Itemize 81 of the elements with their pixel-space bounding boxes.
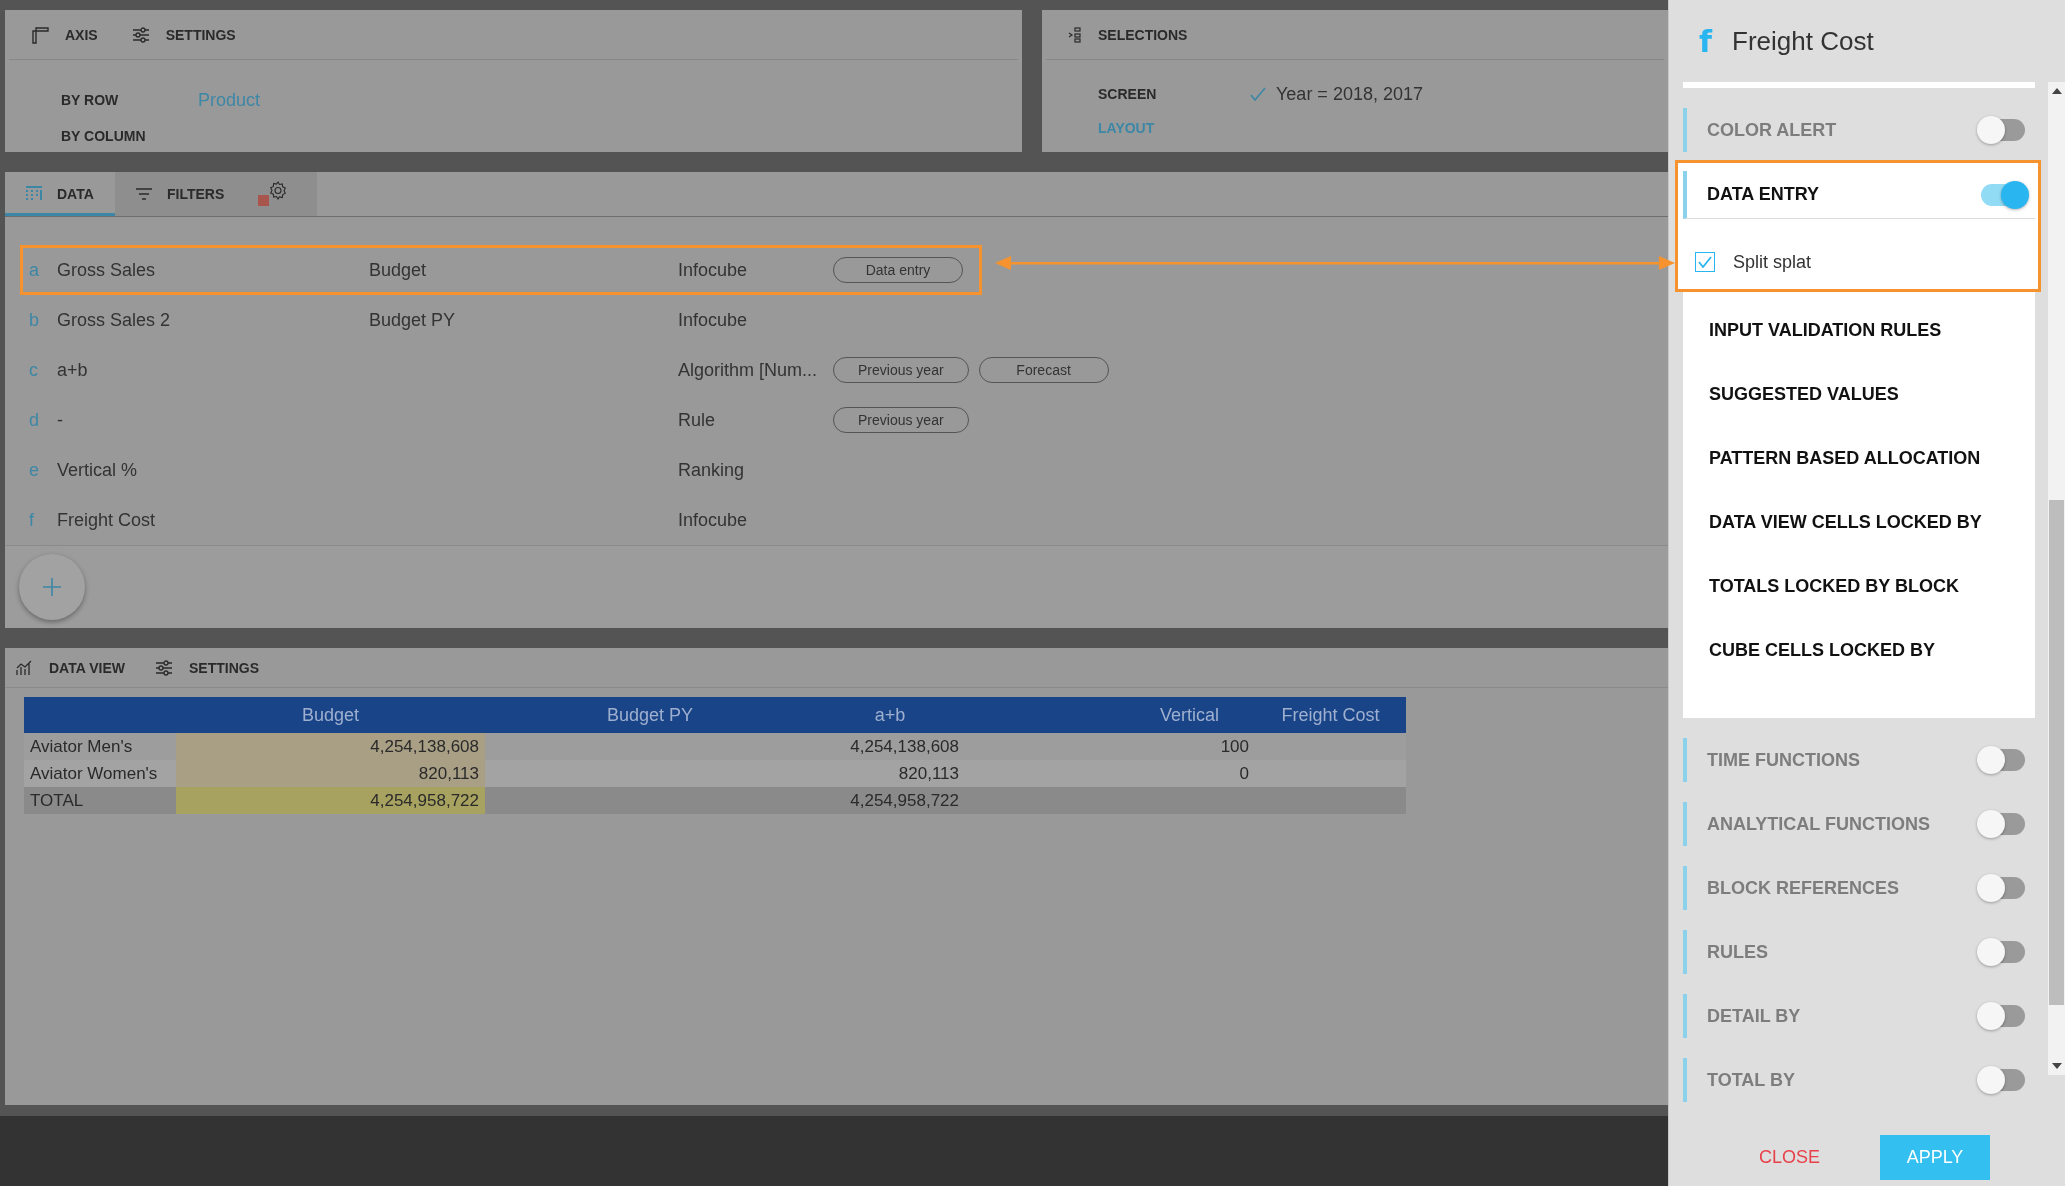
row-type: Algorithm [Num... — [678, 359, 819, 381]
subsection-item[interactable]: CUBE CELLS LOCKED BY — [1709, 618, 2036, 682]
row-type: Rule — [678, 409, 717, 431]
row-name[interactable]: Gross Sales — [57, 259, 369, 281]
row-name[interactable]: - — [57, 409, 369, 431]
checkbox-option[interactable]: Split splat — [1695, 247, 2036, 277]
section-header[interactable]: BLOCK REFERENCES — [1683, 866, 2036, 910]
toggle-switch[interactable] — [1981, 183, 2026, 206]
checkmark-icon — [1698, 256, 1712, 268]
section-header[interactable]: ANALYTICAL FUNCTIONS — [1683, 802, 2036, 846]
section-label[interactable]: AXIS — [65, 26, 98, 43]
subsection-item[interactable]: DATA VIEW CELLS LOCKED BY — [1709, 490, 2036, 554]
section-label[interactable]: SETTINGS — [188, 659, 259, 676]
row-letter: f — [28, 509, 35, 531]
section-header[interactable]: DETAIL BY — [1683, 994, 2036, 1038]
filter-icon — [135, 187, 153, 201]
bar-chart-icon — [15, 659, 33, 676]
row-letter: c — [28, 359, 39, 381]
table-cell: 4,254,138,608 — [176, 733, 485, 760]
subsection-item[interactable]: TOTALS LOCKED BY BLOCK — [1709, 554, 2036, 618]
settings-icon — [257, 180, 287, 208]
field-label: BY COLUMN — [61, 128, 147, 144]
section-header[interactable]: DATA ENTRY — [1683, 171, 2036, 219]
row-letter: d — [28, 409, 40, 431]
section-label[interactable]: SETTINGS — [165, 26, 236, 43]
row-letter: a — [28, 259, 40, 281]
tab[interactable]: FILTERS — [115, 172, 227, 216]
grid-icon — [25, 185, 43, 203]
table-cell: 4,254,138,608 — [815, 733, 965, 760]
column-header: Budget PY — [485, 697, 815, 733]
table-cell: 820,113 — [815, 760, 965, 787]
row-header: TOTAL — [24, 787, 176, 814]
row-name[interactable]: Vertical % — [57, 459, 369, 481]
subsection-item[interactable]: SUGGESTED VALUES — [1709, 362, 2036, 426]
scroll-down-icon — [2051, 1063, 2062, 1069]
axis-icon — [31, 25, 49, 44]
table-cell: 4,254,958,722 — [815, 787, 965, 814]
row-header: Aviator Men's — [24, 733, 176, 760]
row-letter: b — [28, 309, 40, 331]
section-label: SELECTIONS — [1098, 26, 1188, 43]
column-header: Budget — [176, 697, 485, 733]
section-header[interactable]: RULES — [1683, 930, 2036, 974]
row-header: Aviator Women's — [24, 760, 176, 787]
row-type: Infocube — [678, 509, 749, 531]
formula-letter: f — [1699, 23, 1713, 59]
add-button[interactable] — [19, 554, 85, 620]
sliders-icon — [154, 658, 173, 677]
row-source: Budget PY — [369, 309, 457, 331]
column-header: Freight Cost — [1255, 697, 1406, 733]
close-button[interactable]: CLOSE — [1746, 1137, 1832, 1178]
selection-value: Year = 2018, 2017 — [1276, 83, 1423, 105]
row-name[interactable]: Gross Sales 2 — [57, 309, 369, 331]
row-type: Ranking — [678, 459, 746, 481]
layout-option[interactable]: SCREEN — [1098, 86, 1250, 102]
sliders-icon — [131, 25, 150, 44]
subsection-item[interactable]: INPUT VALIDATION RULES — [1709, 298, 2036, 362]
section-header[interactable]: TIME FUNCTIONS — [1683, 738, 2036, 782]
section-header[interactable]: TOTAL BY — [1683, 1058, 2036, 1102]
table-cell: 100 — [965, 733, 1255, 760]
row-type: Infocube — [678, 259, 749, 281]
panel-title: Freight Cost — [1732, 25, 1874, 57]
row-letter: e — [28, 459, 40, 481]
plus-icon — [42, 577, 62, 597]
subsection-item[interactable]: PATTERN BASED ALLOCATION — [1709, 426, 2036, 490]
scrollbar[interactable] — [2048, 82, 2065, 1075]
section-header[interactable]: COLOR ALERT — [1683, 108, 2036, 152]
row-name[interactable]: a+b — [57, 359, 369, 381]
hierarchy-icon — [1068, 26, 1082, 43]
table-cell: 820,113 — [176, 760, 485, 787]
row-source: Budget — [369, 259, 428, 281]
column-header: a+b — [815, 697, 965, 733]
row-name[interactable]: Freight Cost — [57, 509, 369, 531]
field-label: BY ROW — [61, 92, 120, 108]
row-type: Infocube — [678, 309, 749, 331]
section-label[interactable]: DATA VIEW — [49, 659, 125, 676]
table-cell: 0 — [965, 760, 1255, 787]
scrollbar-thumb[interactable] — [2049, 500, 2065, 1005]
table-cell: 4,254,958,722 — [176, 787, 485, 814]
scroll-up-icon — [2051, 88, 2062, 94]
settings-tab[interactable] — [227, 172, 317, 216]
column-header: Vertical — [965, 697, 1255, 733]
